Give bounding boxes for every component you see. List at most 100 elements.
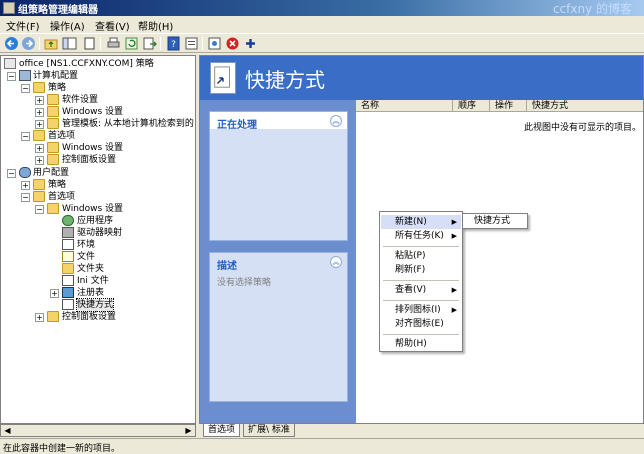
collapse-icon[interactable]: − xyxy=(35,205,44,214)
environment-icon xyxy=(62,239,74,250)
tab-preferences[interactable]: 首选项 xyxy=(203,424,241,437)
folder-icon xyxy=(33,179,45,190)
svg-text:?: ? xyxy=(171,40,176,50)
new-window-icon[interactable] xyxy=(207,36,222,51)
collapse-chevron-icon[interactable]: ︽ xyxy=(330,115,342,127)
tree-label: 用户配置 xyxy=(33,168,70,178)
expand-icon[interactable]: + xyxy=(35,144,44,153)
column-action[interactable]: 操作 xyxy=(490,100,527,112)
menu-separator xyxy=(383,280,459,281)
tree-label: Ini 文件 xyxy=(77,276,109,286)
folder-icon xyxy=(47,203,59,214)
collapse-icon[interactable]: − xyxy=(7,169,16,178)
file-icon xyxy=(62,251,74,262)
expand-icon[interactable]: + xyxy=(35,313,44,322)
refresh-icon[interactable] xyxy=(124,36,139,51)
menu-item-new[interactable]: 新建(N) ▶ xyxy=(381,215,461,229)
scroll-right-icon[interactable]: ▶ xyxy=(183,426,194,436)
tree-label: 软件设置 xyxy=(62,95,99,105)
menu-item-refresh[interactable]: 刷新(F) xyxy=(381,263,461,277)
tab-extended-standard[interactable]: 扩展\ 标准 xyxy=(243,424,295,437)
menu-item-arrange[interactable]: 排列图标(I) ▶ xyxy=(381,303,461,317)
tree-root-label: office [NS1.CCFXNY.COM] 策略 xyxy=(19,59,154,69)
expand-icon[interactable]: + xyxy=(35,96,44,105)
back-icon[interactable] xyxy=(4,36,19,51)
menu-item-label: 查看(V) xyxy=(395,285,427,295)
folder-icon xyxy=(47,118,59,129)
description-header[interactable]: 描述 ︽ xyxy=(210,253,347,272)
menu-item-shortcut[interactable]: 快捷方式 xyxy=(464,214,528,228)
collapse-chevron-icon[interactable]: ︽ xyxy=(330,256,342,268)
menu-item-paste[interactable]: 粘贴(P) xyxy=(381,249,461,263)
up-folder-icon[interactable] xyxy=(44,36,59,51)
app-icon xyxy=(3,2,15,14)
menu-separator xyxy=(383,300,459,301)
toolbar-separator xyxy=(202,37,203,50)
menu-item-align[interactable]: 对齐图标(E) xyxy=(381,317,461,331)
shortcut-large-icon xyxy=(210,62,236,94)
collapse-icon[interactable]: − xyxy=(21,132,30,141)
folder-icon xyxy=(47,106,59,117)
tree-label: 快捷方式 xyxy=(75,298,115,312)
menu-help[interactable]: 帮助(H) xyxy=(138,18,173,33)
tree-label: 首选项 xyxy=(48,131,76,141)
collapse-icon[interactable]: − xyxy=(7,72,16,81)
menu-item-label: 所有任务(K) xyxy=(395,231,444,241)
description-title: 描述 xyxy=(217,261,237,272)
description-panel: 描述 ︽ 没有选择策略 xyxy=(209,252,348,402)
toolbar-separator xyxy=(160,37,161,50)
menu-action[interactable]: 操作(A) xyxy=(50,18,85,33)
menu-item-help[interactable]: 帮助(H) xyxy=(381,337,461,351)
print-icon[interactable] xyxy=(106,36,121,51)
scroll-left-icon[interactable]: ◀ xyxy=(2,426,13,436)
tree-label: 环境 xyxy=(77,240,96,250)
menu-item-all-tasks[interactable]: 所有任务(K) ▶ xyxy=(381,229,461,243)
tree-label: 应用程序 xyxy=(77,216,114,226)
menu-file[interactable]: 文件(F) xyxy=(6,18,40,33)
description-body xyxy=(210,271,347,401)
tree-horizontal-scrollbar[interactable]: ◀ ▶ xyxy=(0,424,196,437)
add-icon[interactable] xyxy=(243,36,258,51)
properties-icon[interactable] xyxy=(184,36,199,51)
tree-label: Windows 设置 xyxy=(62,143,124,153)
stop-icon[interactable] xyxy=(225,36,240,51)
forward-icon[interactable] xyxy=(21,36,36,51)
expand-icon[interactable]: + xyxy=(50,289,59,298)
expand-icon[interactable]: + xyxy=(21,181,30,190)
tree-label: 计算机配置 xyxy=(33,71,79,81)
page-icon[interactable] xyxy=(82,36,97,51)
tree-label: Windows 设置 xyxy=(62,204,124,214)
tree-label: 管理模板: 从本地计算机检索到的 xyxy=(62,119,194,129)
folder-icon xyxy=(47,311,59,322)
menu-separator xyxy=(383,334,459,335)
processing-body xyxy=(210,130,347,240)
tree-label: 控制面板设置 xyxy=(62,312,117,322)
window-title: 组策略管理编辑器 xyxy=(18,5,98,16)
empty-list-message: 此视图中没有可显示的项目。 xyxy=(523,123,641,133)
expand-icon[interactable]: + xyxy=(35,108,44,117)
menu-item-label: 新建(N) xyxy=(395,217,427,227)
folder-icon xyxy=(33,82,45,93)
menu-view[interactable]: 查看(V) xyxy=(95,18,130,33)
expand-icon[interactable]: + xyxy=(35,120,44,129)
help-icon[interactable]: ? xyxy=(166,36,181,51)
tree-view[interactable]: office [NS1.CCFXNY.COM] 策略 − 计算机配置 − 策略 … xyxy=(0,55,196,424)
watermark-text: ccfxny 的博客 xyxy=(552,2,632,16)
show-hide-tree-icon[interactable] xyxy=(62,36,77,51)
column-shortcut[interactable]: 快捷方式 xyxy=(527,100,643,112)
export-list-icon[interactable] xyxy=(142,36,157,51)
collapse-icon[interactable]: − xyxy=(21,193,30,202)
tree-label: 控制面板设置 xyxy=(62,155,117,165)
submenu-arrow-icon: ▶ xyxy=(451,218,457,226)
collapse-icon[interactable]: − xyxy=(21,84,30,93)
expand-icon[interactable]: + xyxy=(35,156,44,165)
view-tabs: 首选项 扩展\ 标准 xyxy=(199,424,644,437)
folder-icon xyxy=(33,130,45,141)
drive-icon xyxy=(62,227,74,238)
processing-header[interactable]: 正在处理 ︽ xyxy=(210,112,347,131)
registry-icon xyxy=(62,287,74,298)
menu-item-view[interactable]: 查看(V) ▶ xyxy=(381,283,461,297)
application-icon xyxy=(62,215,74,226)
column-order[interactable]: 顺序 xyxy=(453,100,490,112)
column-name[interactable]: 名称 xyxy=(356,100,453,112)
